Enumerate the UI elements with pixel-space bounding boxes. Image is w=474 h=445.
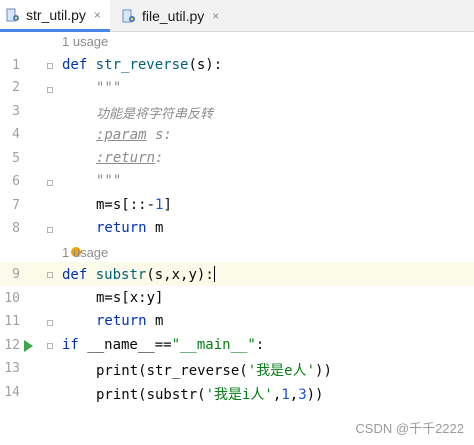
- code-line-1: def str_reverse(s):: [62, 57, 222, 73]
- fold-marker-icon[interactable]: [47, 227, 53, 233]
- code-line-2: """: [96, 80, 122, 96]
- keyword: if: [62, 337, 79, 353]
- code-text: ]: [163, 197, 172, 213]
- code-text: ,: [289, 387, 299, 403]
- code-text: m: [146, 313, 164, 329]
- code-text: (s):: [188, 57, 223, 73]
- line-number: 12: [4, 338, 20, 353]
- string-literal: '我是e人': [247, 363, 316, 379]
- doc-tag: :return: [96, 150, 156, 166]
- code-line-14: print(substr('我是i人',1,3)): [96, 384, 323, 404]
- usage-hint[interactable]: 1 usage: [62, 245, 108, 260]
- function-name: str_reverse: [95, 57, 189, 73]
- code-line-6: """: [96, 173, 122, 189]
- line-number: 4: [12, 127, 20, 142]
- line-number: 5: [12, 151, 20, 166]
- number-literal: 1: [281, 387, 290, 403]
- line-number: 6: [12, 174, 20, 189]
- code-text: :: [255, 337, 265, 353]
- tab-label: file_util.py: [142, 7, 205, 24]
- keyword: return: [96, 220, 147, 236]
- line-number: 7: [12, 198, 20, 213]
- code-text: :: [155, 150, 164, 166]
- code-line-11: return m: [96, 313, 163, 329]
- keyword: def: [62, 267, 88, 283]
- editor-tab-bar: str_util.py × file_util.py ×: [0, 0, 474, 32]
- code-line-5: :return:: [96, 150, 163, 166]
- keyword: return: [96, 313, 147, 329]
- tab-file-util[interactable]: file_util.py ×: [116, 0, 228, 31]
- code-line-3: 功能是将字符串反转: [96, 107, 214, 122]
- close-icon[interactable]: ×: [212, 9, 219, 23]
- code-line-13: print(str_reverse('我是e人')): [96, 360, 332, 380]
- code-text: __name__==: [78, 337, 172, 353]
- fold-marker-icon[interactable]: [47, 320, 53, 326]
- code-text: print(substr(: [96, 387, 206, 403]
- code-text: m: [146, 220, 164, 236]
- code-line-7: m=s[::-1]: [96, 197, 172, 213]
- fold-marker-icon[interactable]: [47, 272, 53, 278]
- doc-tag: :param: [96, 127, 147, 143]
- string-literal: '我是i人': [205, 387, 273, 403]
- line-number: 1: [12, 58, 20, 73]
- code-line-9: def substr(s,x,y):: [62, 266, 215, 283]
- line-number: 10: [4, 291, 20, 306]
- text-caret: [213, 266, 215, 282]
- function-name: substr: [95, 267, 147, 283]
- line-number: 2: [12, 80, 20, 95]
- fold-marker-icon[interactable]: [47, 63, 53, 69]
- line-number: 14: [4, 385, 20, 400]
- fold-marker-icon[interactable]: [47, 343, 53, 349]
- run-icon[interactable]: [24, 340, 33, 352]
- code-text: )): [306, 387, 324, 403]
- code-line-10: m=s[x:y]: [96, 290, 164, 306]
- tab-str-util[interactable]: str_util.py ×: [0, 0, 110, 32]
- string-literal: "__main__": [171, 337, 256, 353]
- python-file-icon: [6, 8, 20, 22]
- line-number: 8: [12, 221, 20, 236]
- code-line-4: :param s:: [96, 127, 172, 143]
- fold-marker-icon[interactable]: [47, 180, 53, 186]
- keyword: def: [62, 57, 88, 73]
- close-icon[interactable]: ×: [94, 8, 101, 22]
- watermark: CSDN @千千2222: [355, 421, 464, 436]
- code-line-8: return m: [96, 220, 163, 236]
- code-text: )): [315, 363, 332, 379]
- code-text: print(str_reverse(: [96, 363, 248, 379]
- code-text: (s,x,y):: [146, 267, 214, 283]
- line-number: 3: [12, 104, 20, 119]
- line-number: 9: [12, 267, 20, 282]
- python-file-icon: [122, 9, 136, 23]
- line-number: 13: [4, 361, 20, 376]
- code-text: s:: [146, 127, 172, 143]
- line-number: 11: [4, 314, 20, 329]
- tab-label: str_util.py: [26, 6, 86, 23]
- fold-marker-icon[interactable]: [47, 87, 53, 93]
- usage-hint[interactable]: 1 usage: [62, 34, 108, 49]
- code-text: m=s[::-: [96, 197, 156, 213]
- code-line-12: if __name__=="__main__":: [62, 337, 264, 353]
- number-literal: 3: [298, 387, 307, 403]
